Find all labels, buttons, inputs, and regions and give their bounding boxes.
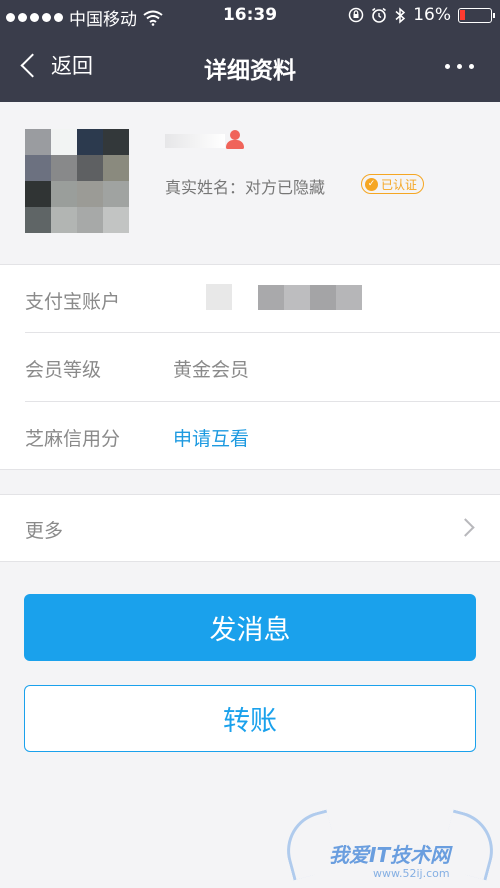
avatar-pixel <box>103 129 129 155</box>
avatar-pixel <box>77 129 103 155</box>
request-mutual-view-link[interactable]: 申请互看 <box>173 424 249 451</box>
avatar-pixel <box>51 207 77 233</box>
nav-bar: 返回 详细资料 <box>0 32 500 102</box>
row-label: 会员等级 <box>25 359 102 381</box>
avatar-pixel <box>25 155 51 181</box>
info-section: 支付宝账户 会员等级 黄金会员 芝麻信用分 申请互看 <box>0 264 500 470</box>
avatar-pixel <box>25 181 51 207</box>
avatar-pixel <box>103 207 129 233</box>
bluetooth-icon <box>395 6 406 24</box>
avatar-pixel <box>103 155 129 181</box>
avatar-pixel <box>51 181 77 207</box>
row-label: 芝麻信用分 <box>25 428 121 450</box>
more-row[interactable]: 更多 <box>0 494 500 562</box>
nickname-redacted <box>165 134 225 148</box>
profile-header: 真实姓名：对方已隐藏 ✓ 已认证 <box>0 102 500 264</box>
check-icon: ✓ <box>365 177 378 191</box>
avatar-pixel <box>77 207 103 233</box>
transfer-button[interactable]: 转账 <box>24 685 476 752</box>
avatar-pixel <box>77 155 103 181</box>
alarm-icon <box>372 7 387 23</box>
avatar-pixel <box>25 207 51 233</box>
battery-icon <box>458 7 495 23</box>
send-message-button[interactable]: 发消息 <box>24 594 476 661</box>
sesame-credit-row: 芝麻信用分 申请互看 <box>0 402 500 470</box>
chevron-right-icon <box>456 518 475 537</box>
status-bar: 中国移动 16:39 16% <box>0 0 500 32</box>
avatar-pixel <box>77 181 103 207</box>
battery-percent: 16% <box>413 5 451 25</box>
more-label: 更多 <box>25 520 64 542</box>
status-right-group: 16% <box>348 5 495 25</box>
row-label: 支付宝账户 <box>25 291 121 313</box>
more-dots-icon[interactable] <box>445 64 474 69</box>
avatar-pixel <box>51 155 77 181</box>
female-person-icon <box>226 130 244 150</box>
avatar-pixel <box>25 129 51 155</box>
member-level-value: 黄金会员 <box>173 359 250 381</box>
avatar[interactable] <box>25 129 129 233</box>
watermark-text: 我爱IT技术网 <box>329 843 451 867</box>
verified-label: 已认证 <box>381 177 418 192</box>
watermark-logo: 我爱IT技术网 www.52ij.com <box>278 809 500 885</box>
account-redacted-2 <box>258 285 362 310</box>
alipay-account-row: 支付宝账户 <box>0 265 500 333</box>
rotation-lock-icon <box>348 7 364 23</box>
member-level-row: 会员等级 黄金会员 <box>0 333 500 401</box>
verified-badge: ✓ 已认证 <box>361 174 425 194</box>
watermark-url: www.52ij.com <box>373 867 450 880</box>
page-title: 详细资料 <box>204 58 296 84</box>
avatar-pixel <box>103 181 129 207</box>
account-redacted-1 <box>206 284 232 310</box>
real-name-text: 真实姓名：对方已隐藏 <box>165 178 326 197</box>
avatar-pixel <box>51 129 77 155</box>
